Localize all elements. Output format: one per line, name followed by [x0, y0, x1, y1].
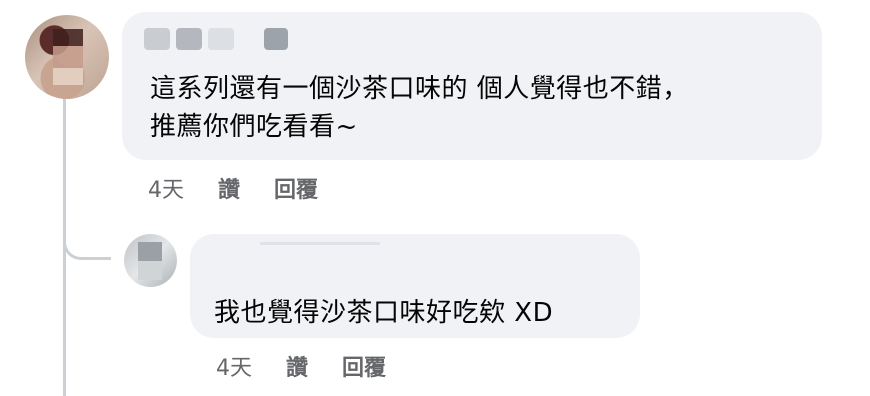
reply-reply-button[interactable]: 回覆 [342, 350, 386, 382]
reply-button[interactable]: 回覆 [274, 172, 318, 204]
comment-actions: 4天 讚 回覆 [148, 172, 352, 204]
reply-timestamp[interactable]: 4天 [216, 350, 252, 382]
commenter-name-redacted[interactable] [144, 28, 288, 50]
reply-bubble: 我也覺得沙茶口味好吃欸 XD [190, 234, 640, 338]
comment-timestamp[interactable]: 4天 [148, 172, 184, 204]
reply-like-button[interactable]: 讚 [286, 350, 308, 382]
replier-name-redacted[interactable] [260, 242, 380, 245]
reply-connector-line [63, 200, 111, 260]
reply-text: 我也覺得沙茶口味好吃欸 XD [214, 298, 554, 328]
avatar-blur-mask [53, 29, 83, 85]
replier-avatar[interactable] [124, 234, 177, 287]
comment-bubble: 這系列還有一個沙茶口味的 個人覺得也不錯， 推薦你們吃看看~ [122, 12, 822, 160]
reply-actions: 4天 讚 回覆 [216, 350, 420, 382]
like-button[interactable]: 讚 [218, 172, 240, 204]
comment-text: 這系列還有一個沙茶口味的 個人覺得也不錯， 推薦你們吃看看~ [150, 74, 689, 142]
avatar-blur-mask [138, 242, 162, 280]
commenter-avatar[interactable] [25, 15, 109, 99]
